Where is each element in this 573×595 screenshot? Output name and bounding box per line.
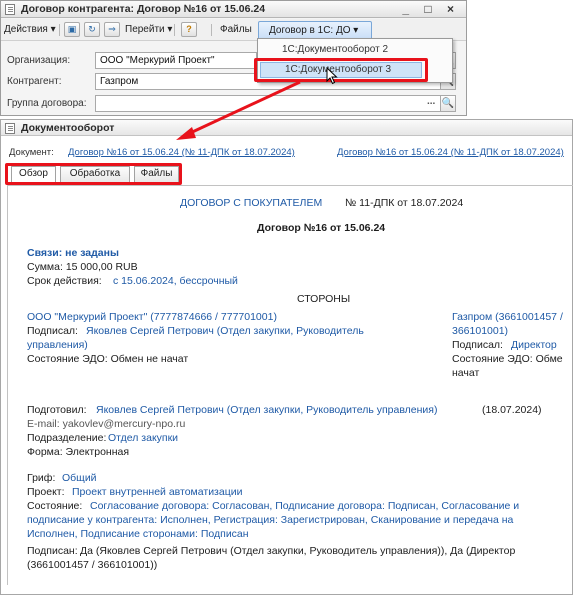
toolbar-separator: [211, 24, 212, 36]
red-highlight-frame: [254, 58, 428, 82]
help-icon[interactable]: ?: [181, 22, 197, 37]
party1-signed-label: Подписал:: [27, 325, 78, 337]
refresh-icon[interactable]: ↻: [84, 22, 100, 37]
group-field[interactable]: [95, 95, 441, 112]
window-titlebar: Договор контрагента: Договор №16 от 15.0…: [1, 1, 466, 18]
state-label: Состояние:: [27, 500, 83, 512]
mouse-cursor-icon: [326, 67, 338, 85]
term-label: Срок действия:: [27, 275, 102, 287]
project-value[interactable]: Проект внутренней автоматизации: [72, 486, 242, 498]
signed-line-1: Да (Яковлев Сергей Петрович (Отдел закуп…: [80, 545, 516, 557]
prepared-date: (18.07.2024): [482, 404, 542, 416]
term-value[interactable]: с 15.06.2024, бессрочный: [113, 275, 238, 287]
document-icon: [5, 4, 15, 15]
files-button[interactable]: Файлы: [220, 22, 252, 37]
party1-name[interactable]: ООО "Меркурий Проект" (7777874666 / 7777…: [27, 311, 277, 323]
toolbar-separator: [59, 24, 60, 36]
party2-name-cont[interactable]: 366101001): [452, 325, 508, 337]
party2-signer[interactable]: Директор: [511, 339, 557, 351]
party2-edo-status: Состояние ЭДО: Обме: [452, 353, 563, 365]
document-icon: [5, 123, 15, 134]
goto-menu-button[interactable]: Перейти ▾: [125, 22, 172, 37]
counterparty-label: Контрагент:: [7, 76, 62, 87]
state-line-2[interactable]: подписание у контрагента: Исполнен, Реги…: [27, 514, 513, 526]
save-icon[interactable]: ▣: [64, 22, 80, 37]
signed-label: Подписан:: [27, 545, 78, 557]
group-row: Группа договора: ... 🔍: [1, 94, 466, 114]
author-email: E-mail: yakovlev@mercury-npo.ru: [27, 418, 186, 430]
party1-signer[interactable]: Яковлев Сергей Петрович (Отдел закупки, …: [86, 325, 364, 337]
department-value[interactable]: Отдел закупки: [108, 432, 178, 444]
organization-label: Организация:: [7, 55, 71, 66]
prepared-label: Подготовил:: [27, 404, 87, 416]
sides-heading: СТОРОНЫ: [297, 293, 351, 305]
party2-name[interactable]: Газпром (3661001457 /: [452, 311, 563, 323]
department-label: Подразделение:: [27, 432, 107, 444]
docflow-titlebar: Документооборот: [1, 120, 572, 136]
form-value: Форма: Электронная: [27, 446, 130, 458]
contract-type-heading: ДОГОВОР С ПОКУПАТЕЛЕМ: [180, 197, 323, 209]
stamp-value[interactable]: Общий: [62, 472, 97, 484]
menu-item-docflow-2[interactable]: 1С:Документооборот 2: [282, 44, 388, 55]
state-line-1[interactable]: Согласование договора: Согласован, Подпи…: [90, 500, 519, 512]
document-link[interactable]: Договор №16 от 15.06.24 (№ 11-ДПК от 18.…: [68, 147, 295, 158]
party1-edo-status: Состояние ЭДО: Обмен не начат: [27, 353, 189, 365]
docflow-title: Документооборот: [21, 122, 115, 134]
signed-line-2: (3661001457 / 366101001)): [27, 559, 158, 571]
tabs-red-highlight-frame: [5, 163, 182, 185]
group-select-button[interactable]: ...: [427, 96, 435, 107]
prepared-by[interactable]: Яковлев Сергей Петрович (Отдел закупки, …: [96, 404, 437, 416]
organization-field[interactable]: ООО "Меркурий Проект": [95, 52, 257, 69]
party2-edo-status-cont: начат: [452, 367, 480, 379]
window-title: Договор контрагента: Договор №16 от 15.0…: [21, 3, 266, 15]
goto-icon[interactable]: ⇒: [104, 22, 120, 37]
document-label: Документ:: [9, 147, 54, 158]
contract-number-heading: № 11-ДПК от 18.07.2024: [345, 197, 464, 209]
project-label: Проект:: [27, 486, 65, 498]
state-line-3[interactable]: Исполнен, Подписание сторонами: Подписан: [27, 528, 249, 540]
party2-signed-label: Подписал:: [452, 339, 503, 351]
stamp-label: Гриф:: [27, 472, 56, 484]
party1-signer-cont[interactable]: управления): [27, 339, 88, 351]
actions-menu-button[interactable]: Действия ▾: [4, 22, 56, 37]
search-icon[interactable]: 🔍: [440, 95, 456, 112]
contract-subheading: Договор №16 от 15.06.24: [257, 222, 386, 234]
document-link-secondary[interactable]: Договор №16 от 15.06.24 (№ 11-ДПК от 18.…: [337, 147, 564, 158]
window-controls[interactable]: _ □ ×: [402, 2, 460, 16]
toolbar-separator: [174, 24, 175, 36]
links-status[interactable]: Связи: не заданы: [27, 247, 119, 259]
group-label: Группа договора:: [7, 98, 87, 109]
contract-sum: Сумма: 15 000,00 RUB: [27, 261, 138, 273]
